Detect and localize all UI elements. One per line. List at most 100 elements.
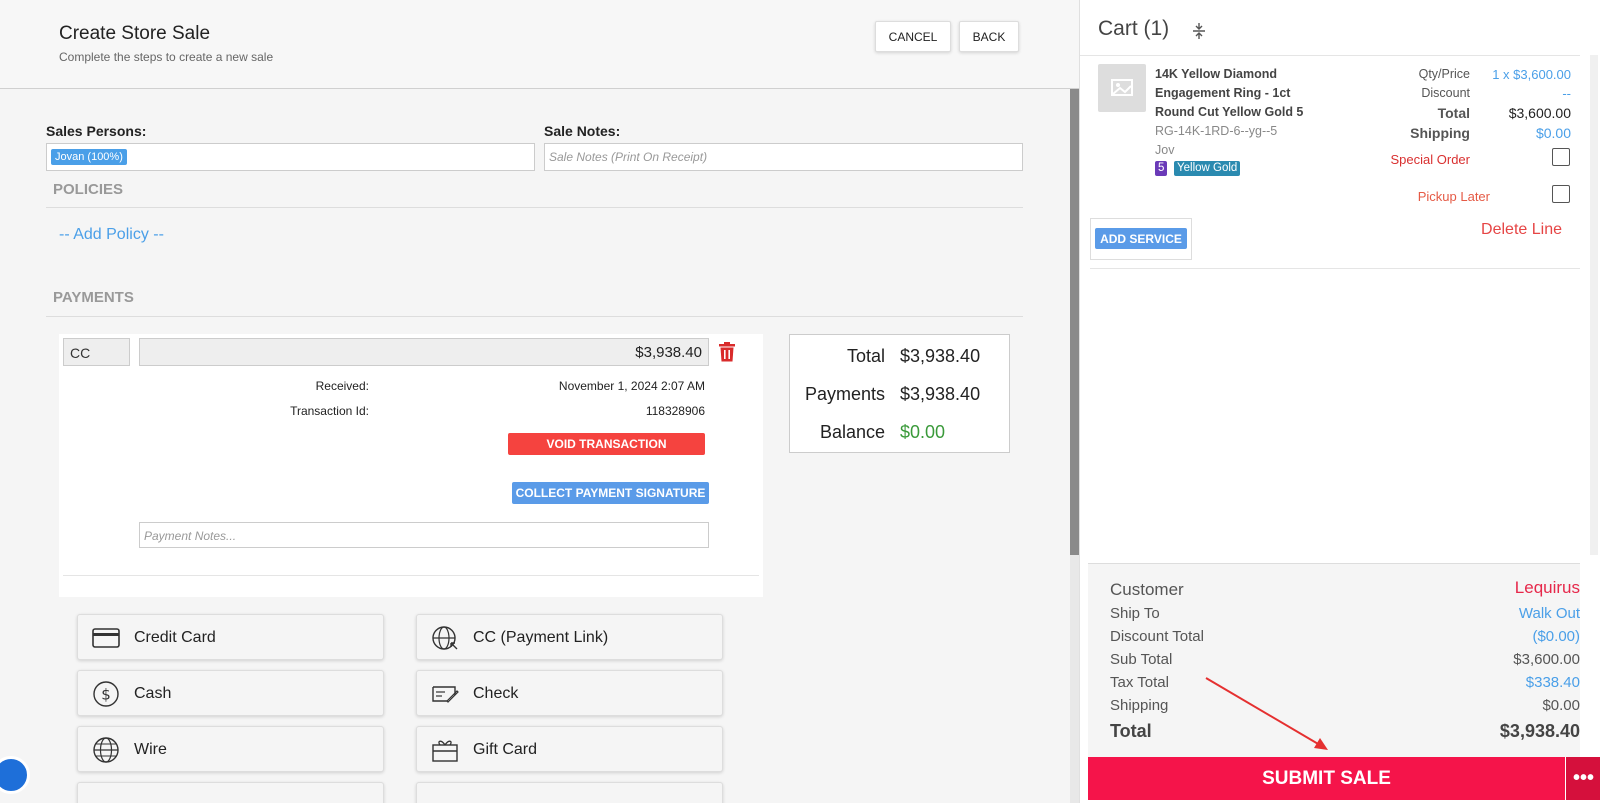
ship-to-value[interactable]: Walk Out xyxy=(1519,605,1580,622)
payment-amount-field[interactable]: $3,938.40 xyxy=(139,338,709,366)
salespersons-label: Sales Persons: xyxy=(46,123,147,139)
svg-text:$: $ xyxy=(101,686,111,704)
salespersons-field[interactable]: Jovan (100%) xyxy=(46,143,535,171)
special-order-checkbox[interactable] xyxy=(1552,148,1570,166)
totals-payments-label: Payments xyxy=(804,384,885,404)
totals-total-label: Total xyxy=(846,346,885,366)
cart-item-divider xyxy=(1090,268,1580,269)
qty-price-label: Qty/Price xyxy=(1418,67,1470,81)
pay-check-button[interactable]: Check xyxy=(416,670,723,716)
sub-total-value: $3,600.00 xyxy=(1513,651,1580,668)
pickup-later-checkbox[interactable] xyxy=(1552,185,1570,203)
totals-total-row: Total $3,938.40 xyxy=(790,346,1011,376)
check-icon xyxy=(432,686,459,703)
transaction-id-value: 118328906 xyxy=(645,404,705,418)
pay-more-button[interactable] xyxy=(416,782,723,803)
main-scrollbar-track[interactable] xyxy=(1070,555,1079,803)
cart-panel: Cart (1) 14K Yellow Diamond Engagement R… xyxy=(1079,0,1600,803)
pay-more-button[interactable] xyxy=(77,782,384,803)
payment-notes-input[interactable]: Payment Notes... xyxy=(139,522,709,548)
add-service-button[interactable]: ADD SERVICE xyxy=(1095,228,1187,249)
sale-notes-label: Sale Notes: xyxy=(544,123,621,139)
pay-cc-link-button[interactable]: CC (Payment Link) xyxy=(416,614,723,660)
cart-summary: Customer Lequirus Ship To Walk Out Disco… xyxy=(1088,563,1580,757)
sub-total-label: Sub Total xyxy=(1110,651,1173,668)
payment-divider xyxy=(63,575,759,576)
cancel-button[interactable]: CANCEL xyxy=(875,21,951,52)
pay-credit-card-button[interactable]: Credit Card xyxy=(77,614,384,660)
back-button[interactable]: BACK xyxy=(959,21,1019,52)
shipping-value: $0.00 xyxy=(1542,697,1580,714)
payment-totals: Total $3,938.40 Payments $3,938.40 Balan… xyxy=(789,334,1010,453)
item-name-line-3: Round Cut Yellow Gold 5 xyxy=(1155,105,1304,119)
cart-divider xyxy=(1080,55,1580,56)
item-total-label: Total xyxy=(1437,105,1470,121)
totals-payments-value: $3,938.40 xyxy=(900,384,981,404)
collect-signature-button[interactable]: COLLECT PAYMENT SIGNATURE xyxy=(512,482,709,504)
totals-balance-label: Balance xyxy=(819,422,885,442)
transaction-id-label: Transaction Id: xyxy=(290,404,369,418)
main-scrollbar-thumb[interactable] xyxy=(1070,89,1079,555)
grand-total-label: Total xyxy=(1110,721,1152,741)
page-subtitle: Complete the steps to create a new sale xyxy=(59,50,274,64)
collapse-icon[interactable] xyxy=(1190,22,1208,40)
customer-value[interactable]: Lequirus xyxy=(1515,578,1580,598)
payment-method-field[interactable]: CC xyxy=(63,338,130,366)
pay-wire-button[interactable]: Wire xyxy=(77,726,384,772)
trash-icon[interactable] xyxy=(718,342,736,362)
pay-method-label: Wire xyxy=(134,741,167,758)
discount-total-value[interactable]: ($0.00) xyxy=(1532,628,1580,645)
cart-scrollbar[interactable] xyxy=(1590,55,1598,555)
credit-card-icon xyxy=(92,628,120,648)
received-value: November 1, 2024 2:07 AM xyxy=(558,379,705,393)
totals-balance-value: $0.00 xyxy=(900,422,946,442)
more-options-button[interactable]: ••• xyxy=(1566,757,1600,800)
totals-payments-row: Payments $3,938.40 xyxy=(790,384,1011,414)
totals-total-value: $3,938.40 xyxy=(900,346,981,366)
page-header: Create Store Sale Complete the steps to … xyxy=(0,0,1079,89)
add-service-container: ADD SERVICE xyxy=(1090,218,1192,260)
discount-value[interactable]: -- xyxy=(1461,86,1571,101)
item-name-line-1: 14K Yellow Diamond xyxy=(1155,67,1278,81)
item-total-value: $3,600.00 xyxy=(1508,105,1571,121)
page-title: Create Store Sale xyxy=(59,23,211,44)
qty-price-value[interactable]: 1 x $3,600.00 xyxy=(1461,67,1571,82)
void-transaction-button[interactable]: VOID TRANSACTION xyxy=(508,433,705,455)
shipping-label: Shipping xyxy=(1110,697,1169,714)
gift-card-icon xyxy=(432,740,458,762)
item-shipping-value[interactable]: $0.00 xyxy=(1461,125,1571,141)
add-policy-link[interactable]: -- Add Policy -- xyxy=(59,226,164,244)
delete-line-link[interactable]: Delete Line xyxy=(1481,221,1562,239)
size-badge: 5 xyxy=(1155,161,1168,176)
tax-total-label: Tax Total xyxy=(1110,674,1169,691)
salesperson-tag[interactable]: Jovan (100%) xyxy=(51,149,127,165)
pay-gift-card-button[interactable]: Gift Card xyxy=(416,726,723,772)
sale-notes-placeholder: Sale Notes (Print On Receipt) xyxy=(549,150,708,164)
discount-label: Discount xyxy=(1421,86,1470,100)
pay-method-label: Check xyxy=(473,685,519,702)
pay-method-label: Credit Card xyxy=(134,629,216,646)
policies-divider xyxy=(46,207,1023,208)
pay-method-label: CC (Payment Link) xyxy=(473,629,609,646)
globe-icon xyxy=(93,737,119,763)
payments-divider xyxy=(46,316,1023,317)
cart-title: Cart (1) xyxy=(1098,17,1170,40)
item-name-line-2: Engagement Ring - 1ct xyxy=(1155,86,1291,100)
item-sku: RG-14K-1RD-6--yg--5 xyxy=(1155,124,1278,138)
pay-method-label: Gift Card xyxy=(473,741,538,758)
help-widget-icon[interactable] xyxy=(0,756,30,794)
main-panel: Create Store Sale Complete the steps to … xyxy=(0,0,1079,803)
ship-to-label: Ship To xyxy=(1110,605,1160,622)
pay-cash-button[interactable]: $ Cash xyxy=(77,670,384,716)
submit-sale-button[interactable]: SUBMIT SALE xyxy=(1088,757,1565,800)
globe-link-icon xyxy=(432,626,458,650)
policies-title: POLICIES xyxy=(53,181,124,198)
product-image-icon xyxy=(1098,64,1146,112)
tax-total-value[interactable]: $338.40 xyxy=(1526,674,1580,691)
grand-total-value: $3,938.40 xyxy=(1499,721,1580,741)
sale-notes-input[interactable]: Sale Notes (Print On Receipt) xyxy=(544,143,1023,171)
discount-total-label: Discount Total xyxy=(1110,628,1204,645)
customer-label: Customer xyxy=(1110,580,1184,599)
item-shipping-label: Shipping xyxy=(1410,125,1470,141)
totals-balance-row: Balance $0.00 xyxy=(790,422,1011,452)
